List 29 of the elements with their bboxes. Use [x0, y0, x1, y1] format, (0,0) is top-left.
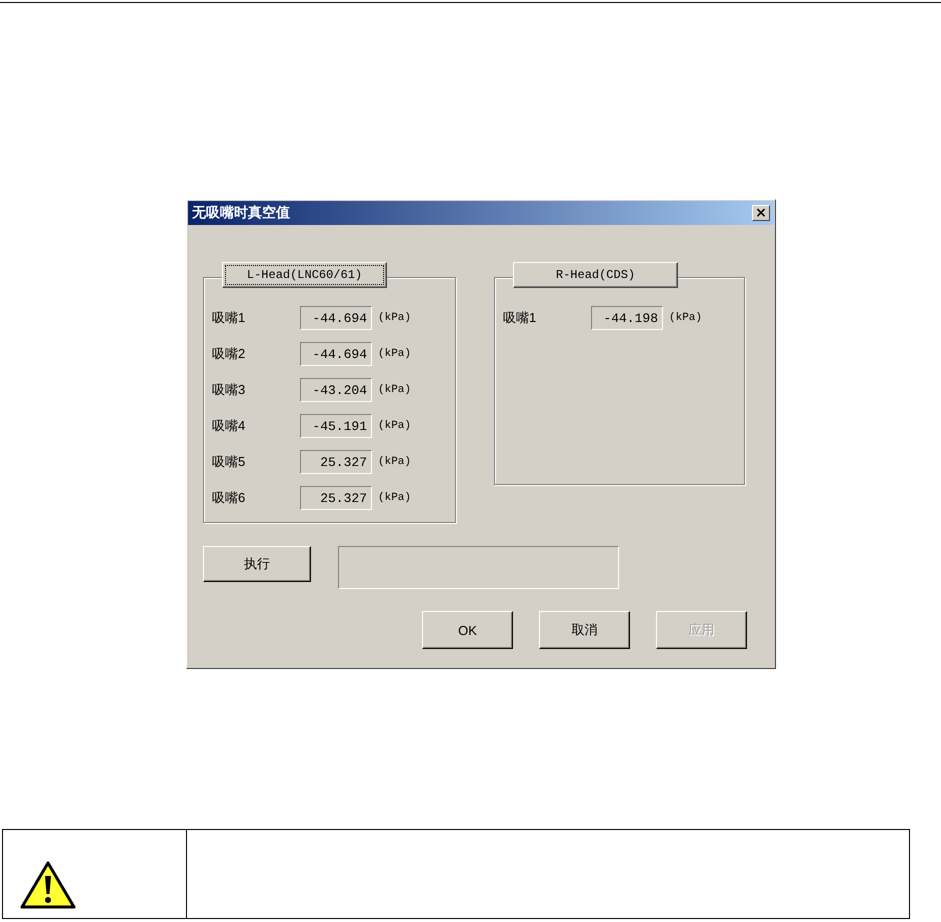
- dialog-button[interactable]: 取消: [539, 611, 630, 649]
- nozzle-label: 吸嘴1: [503, 309, 538, 327]
- unit-label: (kPa): [378, 384, 412, 396]
- nozzle-label: 吸嘴2: [212, 345, 246, 363]
- nozzle-label: 吸嘴3: [212, 381, 246, 399]
- nozzle-label: 吸嘴6: [212, 489, 246, 507]
- value-field[interactable]: -44.198: [591, 306, 663, 330]
- warning-icon: [19, 860, 77, 910]
- unit-label: (kPa): [378, 348, 412, 360]
- value-field[interactable]: -44.694: [300, 306, 372, 330]
- value-field[interactable]: -43.204: [300, 378, 372, 402]
- head-button[interactable]: R-Head(CDS): [513, 262, 678, 288]
- close-button[interactable]: ×: [752, 205, 770, 221]
- nozzle-label: 吸嘴4: [212, 417, 246, 435]
- value-field[interactable]: -45.191: [300, 414, 372, 438]
- head-button[interactable]: L-Head(LNC60/61): [222, 262, 387, 288]
- unit-label: (kPa): [378, 312, 412, 324]
- unit-label: (kPa): [378, 456, 412, 468]
- unit-label: (kPa): [378, 420, 412, 432]
- unit-label: (kPa): [669, 312, 702, 324]
- value-field[interactable]: -44.694: [300, 342, 372, 366]
- execute-button[interactable]: 执行: [203, 546, 311, 582]
- nozzle-label: 吸嘴5: [212, 453, 246, 471]
- nozzle-label: 吸嘴1: [212, 309, 246, 327]
- unit-label: (kPa): [378, 492, 412, 504]
- dialog-button[interactable]: OK: [422, 611, 513, 649]
- value-field[interactable]: 25.327: [300, 450, 372, 474]
- value-field[interactable]: 25.327: [300, 486, 372, 510]
- window-title: 无吸嘴时真空值: [192, 204, 290, 222]
